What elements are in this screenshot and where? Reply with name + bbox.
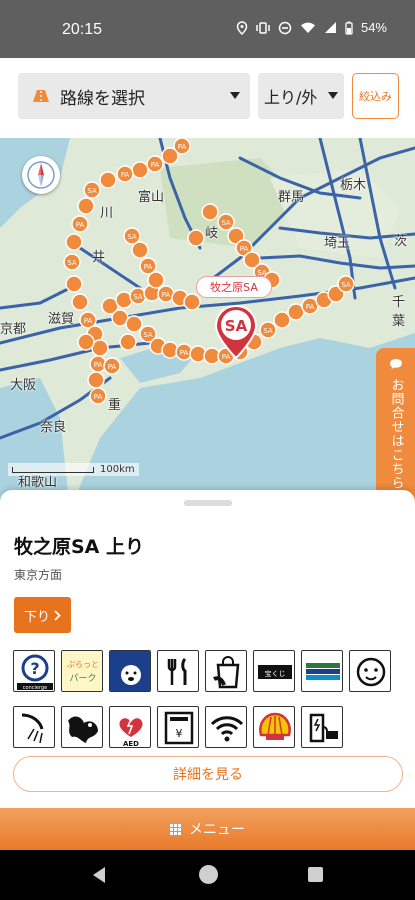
sa-marker-pin[interactable]: SA	[214, 304, 258, 360]
place-toyama: 富山	[138, 190, 165, 205]
home-icon[interactable]	[199, 865, 218, 884]
sa-direction: 東京方面	[14, 568, 63, 582]
svg-text:AED: AED	[123, 740, 139, 748]
place-nara: 奈良	[40, 420, 67, 435]
battery-icon	[345, 21, 353, 35]
svg-text:PA: PA	[306, 303, 315, 311]
svg-text:SA: SA	[341, 281, 351, 289]
place-ishikawa: 川	[100, 206, 114, 221]
place-ibaraki: 茨	[394, 234, 408, 249]
baby-corner-icon[interactable]	[349, 650, 391, 692]
chat-bubble-icon	[389, 359, 402, 369]
direction-select-label: 上り/外	[264, 88, 318, 107]
svg-text:SA: SA	[221, 219, 231, 227]
do-not-disturb-icon	[278, 21, 292, 34]
svg-text:SA: SA	[127, 233, 137, 241]
svg-text:PA: PA	[108, 363, 117, 371]
sa-title: 牧之原SA 上り	[14, 536, 145, 558]
place-saitama: 埼玉	[324, 236, 351, 251]
svg-text:パーク: パーク	[69, 673, 96, 684]
svg-text:PA: PA	[178, 143, 187, 151]
top-bar: 路線を選択 上り/外 絞込み	[0, 58, 415, 138]
drop-in-park-icon[interactable]: ぷらっと パーク	[61, 650, 103, 692]
ev-charger-icon[interactable]	[301, 706, 343, 748]
view-details-button[interactable]: 詳細を見る	[13, 756, 403, 792]
svg-text:SA: SA	[143, 331, 153, 339]
highway-info-icon[interactable]	[301, 650, 343, 692]
route-select-label: 路線を選択	[60, 88, 145, 109]
vibrate-icon	[256, 21, 270, 34]
svg-text:ぷらっと: ぷらっと	[67, 660, 99, 669]
concierge-icon[interactable]: ? concierge	[13, 650, 55, 692]
wifi-icon[interactable]	[205, 706, 247, 748]
route-select[interactable]: 路線を選択	[18, 73, 250, 119]
chevron-down-icon	[230, 92, 240, 99]
sheet-drag-handle[interactable]	[184, 500, 232, 506]
svg-text:¥: ¥	[176, 727, 183, 740]
chevron-right-icon	[54, 609, 61, 621]
svg-text:PA: PA	[94, 393, 103, 401]
svg-text:PA: PA	[121, 171, 130, 179]
svg-text:PA: PA	[180, 349, 189, 357]
place-chiba: 千葉	[392, 295, 406, 329]
svg-text:PA: PA	[151, 161, 160, 169]
svg-text:PA: PA	[94, 361, 103, 369]
atm-icon[interactable]: ¥	[157, 706, 199, 748]
place-osaka: 大阪	[10, 378, 37, 393]
menu-label: メニュー	[189, 822, 245, 838]
place-fukui: 井	[92, 250, 106, 265]
signal-icon	[324, 22, 336, 33]
back-icon[interactable]	[93, 867, 105, 883]
svg-text:SA: SA	[67, 259, 77, 267]
location-icon	[236, 20, 248, 35]
down-direction-button[interactable]: 下り	[14, 597, 71, 633]
info-sheet: 牧之原SA 上り 東京方面 下り ? concierge ぷらっと パーク 宝く…	[0, 490, 415, 808]
chevron-down-icon	[328, 92, 338, 99]
restaurant-icon[interactable]	[157, 650, 199, 692]
svg-text:PA: PA	[144, 263, 153, 271]
place-kyoto: 京都	[0, 322, 27, 337]
grid-icon	[170, 823, 181, 835]
battery-percent: 54%	[360, 20, 387, 35]
status-bar: 20:15 54%	[0, 0, 415, 58]
svg-text:宝くじ: 宝くじ	[265, 669, 286, 678]
direction-select[interactable]: 上り/外	[258, 73, 344, 119]
svg-text:SA: SA	[263, 327, 273, 335]
map-scale: 100km	[8, 463, 139, 476]
svg-text:SA: SA	[87, 187, 97, 195]
status-time: 20:15	[62, 21, 103, 38]
highway-icon	[33, 90, 49, 102]
lottery-icon[interactable]: 宝くじ	[253, 650, 295, 692]
shopping-icon[interactable]	[205, 650, 247, 692]
aed-icon[interactable]: AED	[109, 706, 151, 748]
compass-icon[interactable]	[22, 156, 60, 194]
svg-text:PA: PA	[240, 245, 249, 253]
place-gunma: 群馬	[278, 190, 305, 205]
svg-text:SA: SA	[133, 293, 143, 301]
svg-text:?: ?	[30, 659, 39, 678]
shell-gas-icon[interactable]	[253, 706, 295, 748]
place-shiga: 滋賀	[48, 312, 75, 327]
place-gifu: 岐	[205, 226, 219, 241]
place-tochigi: 栃木	[340, 178, 367, 193]
svg-text:PA: PA	[162, 291, 171, 299]
dog-run-icon[interactable]	[109, 650, 151, 692]
map[interactable]: PA PA PA SA PA SA PA PA SA PA SA PA PA SA PA SA SA PA…	[0, 138, 415, 510]
contact-tab-label: お問合せはこちら	[388, 378, 404, 490]
dog-icon[interactable]	[61, 706, 103, 748]
system-nav-bar	[0, 850, 415, 900]
wifi-icon	[300, 22, 315, 33]
recent-apps-icon[interactable]	[308, 867, 323, 882]
svg-text:SA: SA	[225, 317, 248, 335]
place-mie: 重	[108, 398, 122, 413]
svg-text:PA: PA	[76, 221, 85, 229]
filter-button[interactable]: 絞込み	[352, 73, 399, 119]
svg-text:PA: PA	[84, 317, 93, 325]
svg-text:concierge: concierge	[23, 685, 47, 691]
menu-button[interactable]: メニュー	[0, 808, 415, 850]
selected-sa-callout[interactable]: 牧之原SA	[196, 276, 272, 298]
shower-icon[interactable]	[13, 706, 55, 748]
